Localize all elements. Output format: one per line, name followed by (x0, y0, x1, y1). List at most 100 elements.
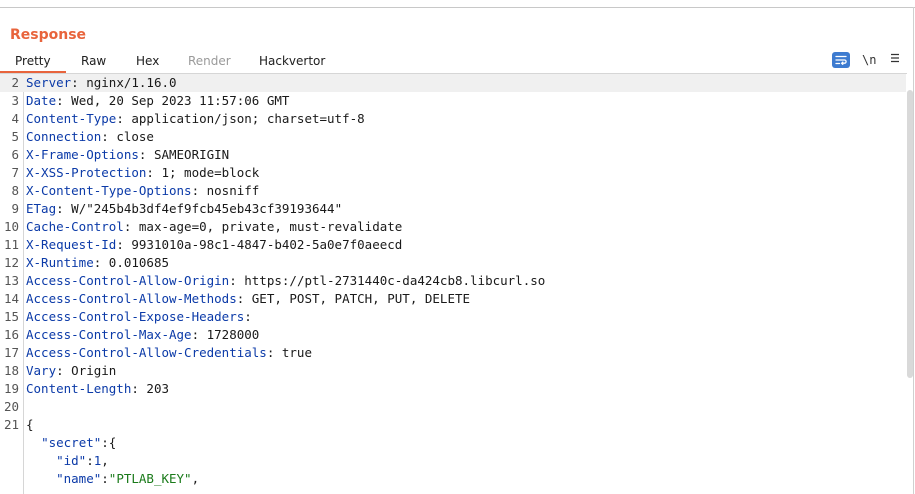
panel-title: Response (10, 27, 87, 43)
code-line: 11 X-Request-Id: 9931010a-98c1-4847-b402-… (0, 236, 906, 254)
code-line: 18 Vary: Origin (0, 362, 906, 380)
scrollbar-thumb[interactable] (907, 90, 913, 378)
tab-render: Render (188, 54, 231, 68)
line-number: 20 (3, 399, 19, 414)
header-colon: : (116, 111, 124, 126)
code-line: 15 Access-Control-Expose-Headers: (0, 308, 906, 326)
line-number: 11 (3, 237, 19, 252)
panel-right-border (913, 7, 914, 494)
header-colon: : (56, 93, 64, 108)
header-name: Date (26, 93, 57, 108)
header-value: 9931010a-98c1-4847-b402-5a0e7f0aeecd (123, 237, 403, 252)
code-line: 4 Content-Type: application/json; charset… (0, 110, 906, 128)
response-editor[interactable]: 2 Server: nginx/1.16.0 3 Date: Wed, 20 Sep … (0, 74, 906, 494)
line-content: Access-Control-Max-Age: 1728000 (26, 326, 259, 344)
header-colon: : (71, 75, 79, 90)
line-content: Cache-Control: max-age=0, private, must-… (26, 218, 402, 236)
line-content: X-Content-Type-Options: nosniff (26, 182, 259, 200)
body-text: { (26, 417, 34, 432)
code-line: 16 Access-Control-Max-Age: 1728000 (0, 326, 906, 344)
header-colon: : (131, 381, 139, 396)
json-value: "PTLAB_KEY" (108, 471, 192, 486)
code-line: "id":1, (0, 452, 906, 470)
header-value: Wed, 20 Sep 2023 11:57:06 GMT (63, 93, 290, 108)
line-content: X-Request-Id: 9931010a-98c1-4847-b402-5a… (26, 236, 402, 254)
header-value: nosniff (199, 183, 260, 198)
header-name: Access-Control-Max-Age (26, 327, 192, 342)
tab-hackvertor[interactable]: Hackvertor (259, 52, 325, 70)
line-content: Server: nginx/1.16.0 (26, 74, 177, 92)
line-content: "secret":{ (26, 434, 116, 452)
options-menu-button[interactable] (890, 51, 900, 69)
tab-raw[interactable]: Raw (81, 52, 106, 70)
tab-hex[interactable]: Hex (136, 52, 159, 70)
line-number: 2 (11, 75, 19, 90)
panel-top-border (0, 7, 915, 8)
line-content: Content-Length: 203 (26, 380, 169, 398)
line-number: 18 (3, 363, 19, 378)
json-separator: :{ (101, 435, 117, 450)
json-key: "name" (56, 471, 102, 486)
line-number: 10 (3, 219, 19, 234)
header-value: 1; mode=block (153, 165, 260, 180)
header-name: Connection (26, 129, 102, 144)
header-value: 1728000 (199, 327, 260, 342)
header-name: Access-Control-Expose-Headers (26, 309, 245, 324)
header-colon: : (244, 309, 252, 324)
header-value: application/json; charset=utf-8 (123, 111, 365, 126)
code-line: 9 ETag: W/"245b4b3df4ef9fcb45eb43cf391936… (0, 200, 906, 218)
code-line: "name":"PTLAB_KEY", (0, 470, 906, 488)
line-number: 16 (3, 327, 19, 342)
code-line: 14 Access-Control-Allow-Methods: GET, POS… (0, 290, 906, 308)
line-number: 7 (11, 165, 19, 180)
header-value: true (274, 345, 312, 360)
word-wrap-icon (835, 55, 847, 65)
header-name: Access-Control-Allow-Origin (26, 273, 230, 288)
header-value: https://ptl-2731440c-da424cb8.libcurl.so (236, 273, 546, 288)
line-content: X-Runtime: 0.010685 (26, 254, 169, 272)
header-name: X-Request-Id (26, 237, 117, 252)
header-colon: : (191, 327, 200, 342)
header-name: X-XSS-Protection (26, 165, 147, 180)
line-content: X-XSS-Protection: 1; mode=block (26, 164, 259, 182)
header-colon: : (116, 237, 124, 252)
header-value: SAMEORIGIN (146, 147, 230, 162)
json-punctuation: , (191, 471, 200, 486)
code-line: 20 (0, 398, 906, 416)
header-colon: : (146, 165, 154, 180)
word-wrap-toggle-button[interactable] (832, 52, 850, 68)
line-number: 8 (11, 183, 19, 198)
header-colon: : (229, 273, 237, 288)
code-line: "secret":{ (0, 434, 906, 452)
header-name: Access-Control-Allow-Credentials (26, 345, 267, 360)
line-content: "id":1, (26, 452, 109, 470)
code-line: 8 X-Content-Type-Options: nosniff (0, 182, 906, 200)
line-content: Access-Control-Expose-Headers: (26, 308, 252, 326)
header-value: 0.010685 (101, 255, 169, 270)
code-line: 5 Connection: close (0, 128, 906, 146)
header-name: Vary (26, 363, 57, 378)
json-separator: : (101, 471, 109, 486)
code-line: 21 { (0, 416, 906, 434)
show-newlines-button[interactable]: \n (862, 51, 876, 69)
hamburger-menu-icon (891, 53, 899, 63)
line-content: { (26, 416, 34, 434)
tab-pretty[interactable]: Pretty (15, 52, 51, 70)
line-number: 21 (3, 417, 19, 432)
json-separator: : (86, 453, 94, 468)
line-number: 17 (3, 345, 19, 360)
line-number: 3 (11, 93, 19, 108)
line-number: 4 (11, 111, 19, 126)
line-number: 5 (11, 129, 19, 144)
header-value: W/"245b4b3df4ef9fcb45eb43cf39193644" (63, 201, 343, 216)
line-number: 6 (11, 147, 19, 162)
code-line: 13 Access-Control-Allow-Origin: https://p… (0, 272, 906, 290)
code-line: 7 X-XSS-Protection: 1; mode=block (0, 164, 906, 182)
line-number: 19 (3, 381, 19, 396)
line-number: 14 (3, 291, 19, 306)
header-value: close (108, 129, 154, 144)
line-number: 15 (3, 309, 19, 324)
